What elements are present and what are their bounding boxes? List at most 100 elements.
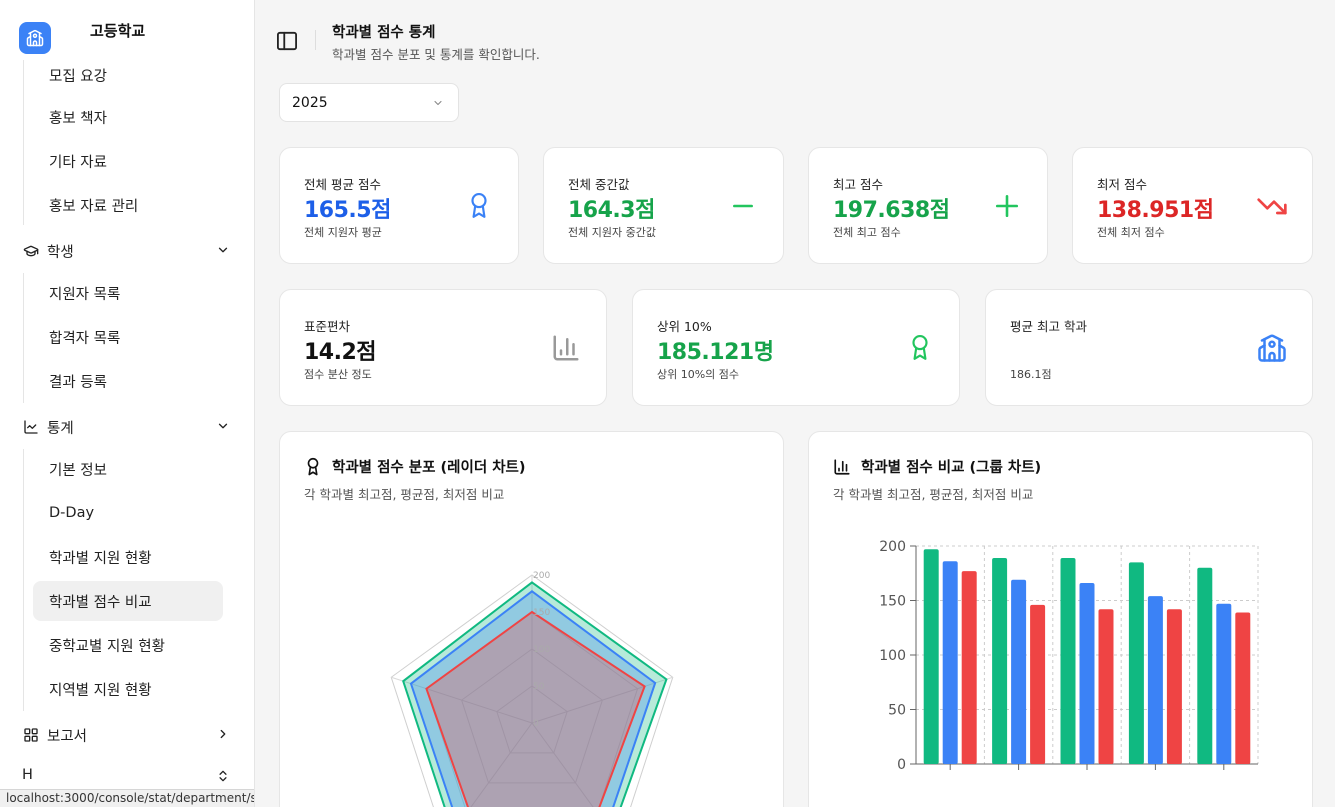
bar <box>1216 603 1232 764</box>
year-select[interactable]: 2025 <box>279 83 459 122</box>
sidebar-item-region[interactable]: 지역별 지원 현황 <box>33 669 223 709</box>
panel-left-icon <box>277 31 297 51</box>
stat-value: 14.2점 <box>304 340 377 365</box>
sidebar: 고등학교 모집 요강 홍보 책자 기타 자료 홍보 자료 관리 학생 지원자 목… <box>0 0 255 807</box>
stat-card-average: 전체 평균 점수 165.5점 전체 지원자 평균 <box>279 147 519 264</box>
sidebar-item-applicants[interactable]: 지원자 목록 <box>33 273 223 313</box>
stat-desc: 점수 분산 정도 <box>304 368 372 381</box>
stat-value: 185.121명 <box>657 340 774 365</box>
sidebar-item-other-materials[interactable]: 기타 자료 <box>33 141 223 181</box>
bar-chart-icon <box>551 333 581 367</box>
sidebar-item-middle-school[interactable]: 중학교별 지원 현황 <box>33 625 223 665</box>
stat-desc: 전체 지원자 평균 <box>304 226 382 239</box>
stat-card-stddev: 표준편차 14.2점 점수 분산 정도 <box>279 289 607 406</box>
graduation-cap-icon <box>22 242 40 260</box>
bar <box>992 557 1008 764</box>
stat-value: 165.5점 <box>304 198 391 223</box>
stat-desc: 상위 10%의 점수 <box>657 368 740 381</box>
nav-divider <box>23 273 24 403</box>
radar-tick-label: 0 <box>533 719 539 729</box>
chevron-down-icon <box>216 243 230 261</box>
sidebar-group-label: 통계 <box>47 420 74 437</box>
bar-chart: 0 50 100 150 200 <box>879 539 1259 773</box>
sidebar-nav[interactable]: 모집 요강 홍보 책자 기타 자료 홍보 자료 관리 학생 지원자 목록 합격자… <box>0 60 254 807</box>
stat-label: 표준편차 <box>304 319 351 334</box>
sidebar-item-label: 중학교별 지원 현황 <box>49 638 165 655</box>
brand[interactable]: 고등학교 <box>19 22 145 54</box>
sidebar-group-stats[interactable]: 통계 <box>22 412 232 442</box>
bar <box>942 561 958 764</box>
sidebar-item-dept-applications[interactable]: 학과별 지원 현황 <box>33 537 223 577</box>
chevron-down-icon <box>216 419 230 437</box>
bar <box>923 549 939 764</box>
bar <box>961 571 977 764</box>
sidebar-item-label: 지원자 목록 <box>49 286 121 303</box>
year-value: 2025 <box>292 94 328 111</box>
bar <box>1147 596 1163 764</box>
sidebar-group-student[interactable]: 학생 <box>22 236 232 266</box>
stat-label: 최저 점수 <box>1097 177 1147 192</box>
award-icon <box>466 191 492 225</box>
sidebar-item-label: 학과별 지원 현황 <box>49 550 152 567</box>
sidebar-item-label: 홍보 책자 <box>49 110 107 127</box>
stat-desc: 전체 최고 점수 <box>833 226 901 239</box>
y-tick-label: 0 <box>897 757 906 773</box>
status-url: localhost:3000/console/stat/department/s… <box>0 789 254 807</box>
stat-card-best-dept: 평균 최고 학과 186.1점 <box>985 289 1313 406</box>
stat-label: 평균 최고 학과 <box>1010 319 1087 334</box>
sidebar-toggle-button[interactable] <box>276 31 298 51</box>
sidebar-item-brochure[interactable]: 홍보 책자 <box>33 97 223 137</box>
sidebar-item-result-register[interactable]: 결과 등록 <box>33 361 223 401</box>
sidebar-item-promo-manage[interactable]: 홍보 자료 관리 <box>33 185 223 225</box>
trending-down-icon <box>1256 193 1288 221</box>
sidebar-item-label: 합격자 목록 <box>49 330 121 347</box>
sidebar-item-label: 기본 정보 <box>49 462 107 479</box>
school-logo-icon <box>19 22 51 54</box>
sidebar-group-label: 보고서 <box>47 728 88 745</box>
sidebar-group-report[interactable]: 보고서 <box>22 720 232 750</box>
stat-desc: 186.1점 <box>1010 368 1052 381</box>
bar <box>1166 609 1182 764</box>
chevron-right-icon <box>216 727 230 745</box>
y-tick-label: 200 <box>879 539 906 555</box>
stat-label: 전체 평균 점수 <box>304 177 381 192</box>
nav-divider <box>23 449 24 711</box>
bar <box>1030 604 1046 764</box>
sidebar-item-label: D-Day <box>49 505 95 521</box>
sidebar-group-label: 학생 <box>47 244 74 261</box>
sidebar-item-guide[interactable]: 모집 요강 <box>33 60 223 82</box>
radar-chart: 0 50 100 150 200 <box>390 571 674 807</box>
stat-card-median: 전체 중간값 164.3점 전체 지원자 중간값 <box>543 147 784 264</box>
chevrons-up-down-icon <box>216 769 230 787</box>
y-tick-label: 100 <box>879 648 906 664</box>
radar-tick-label: 200 <box>533 571 550 581</box>
header-divider <box>315 30 316 50</box>
chevron-down-icon <box>432 97 444 113</box>
minus-icon <box>730 193 756 223</box>
chart-line-icon <box>22 418 40 436</box>
bar <box>1079 583 1095 764</box>
radar-chart-card: 학과별 점수 분포 (레이더 차트) 각 학과별 최고점, 평균점, 최저점 비… <box>279 431 784 807</box>
user-menu[interactable]: H <box>22 760 232 790</box>
bar <box>1011 579 1027 764</box>
award-icon <box>907 333 933 367</box>
sidebar-item-dday[interactable]: D-Day <box>33 493 223 533</box>
radar-tick-label: 50 <box>533 682 545 692</box>
sidebar-item-basic-info[interactable]: 기본 정보 <box>33 449 223 489</box>
bar <box>1128 562 1144 764</box>
page-title: 학과별 점수 통계 <box>332 25 436 41</box>
stat-card-max: 최고 점수 197.638점 전체 최고 점수 <box>808 147 1048 264</box>
radar-tick-label: 150 <box>533 608 550 618</box>
sidebar-item-label: 기타 자료 <box>49 154 107 171</box>
layout-grid-icon <box>22 726 40 744</box>
stat-label: 전체 중간값 <box>568 177 630 192</box>
radar-tick-label: 100 <box>533 645 550 655</box>
sidebar-item-label: 홍보 자료 관리 <box>49 198 139 215</box>
y-tick-label: 150 <box>879 594 906 610</box>
sidebar-item-dept-score[interactable]: 학과별 점수 비교 <box>33 581 223 621</box>
stat-label: 상위 10% <box>657 319 712 334</box>
sidebar-item-accepted[interactable]: 합격자 목록 <box>33 317 223 357</box>
stat-label: 최고 점수 <box>833 177 883 192</box>
nav-divider <box>23 60 24 225</box>
sidebar-item-label: 모집 요강 <box>49 69 107 82</box>
